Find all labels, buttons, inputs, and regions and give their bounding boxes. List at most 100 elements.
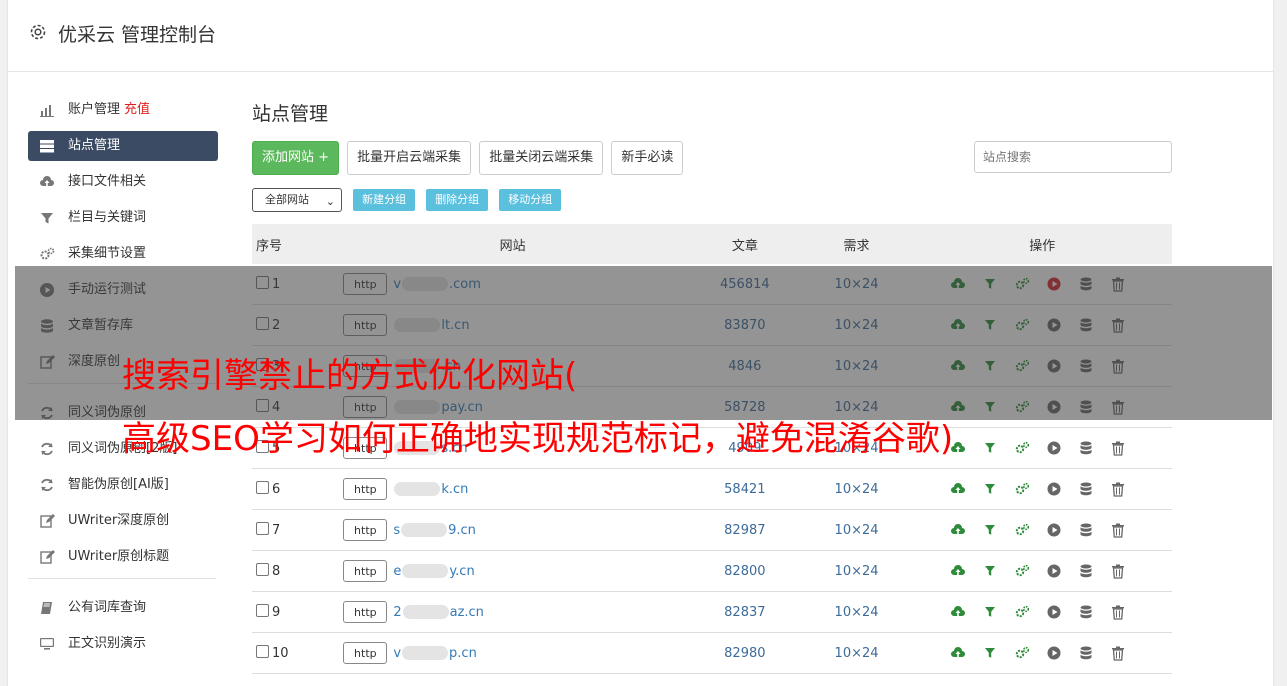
filter-icon[interactable] — [982, 645, 998, 661]
filter-icon[interactable] — [982, 440, 998, 456]
row-number-cell: 6 — [252, 468, 337, 510]
sidebar-item-items3-1[interactable]: 正文识别演示 — [28, 629, 218, 659]
filter-icon[interactable] — [982, 522, 998, 538]
cloud-upload-icon[interactable] — [950, 481, 966, 497]
delete-group-button[interactable]: 删除分组 — [426, 189, 489, 211]
sidebar-item-items2-3[interactable]: UWriter深度原创 — [28, 506, 218, 536]
gears-icon[interactable] — [1014, 563, 1030, 579]
play-circle-icon[interactable] — [1046, 440, 1062, 456]
article-count[interactable]: 82980 — [688, 632, 801, 674]
trash-icon[interactable] — [1110, 481, 1126, 497]
gear-icon — [30, 24, 46, 40]
play-circle-icon[interactable] — [1046, 604, 1062, 620]
sidebar-item-items2-4[interactable]: UWriter原创标题 — [28, 542, 218, 572]
article-count[interactable]: 58421 — [688, 468, 801, 510]
chevron-down-icon: ⌄ — [325, 195, 335, 208]
move-group-button[interactable]: 移动分组 — [499, 189, 562, 211]
site-domain-link[interactable]: s 9.cn — [393, 523, 476, 538]
site-cell: http k.cn — [336, 468, 689, 510]
gears-icon[interactable] — [1014, 481, 1030, 497]
row-checkbox[interactable] — [256, 481, 269, 494]
sidebar-item-items-0[interactable]: 账户管理 充值 — [28, 95, 218, 125]
sidebar-item-items3-0[interactable]: 公有词库查询 — [28, 593, 218, 623]
trash-icon[interactable] — [1110, 645, 1126, 661]
protocol-badge: http — [343, 601, 388, 623]
site-domain-link[interactable]: k.cn — [393, 482, 468, 497]
database-icon[interactable] — [1078, 604, 1094, 620]
row-checkbox[interactable] — [256, 645, 269, 658]
site-group-select-value: 全部网站 — [265, 193, 309, 206]
trash-icon[interactable] — [1110, 522, 1126, 538]
new-group-button[interactable]: 新建分组 — [353, 189, 416, 211]
sidebar-item-items-1[interactable]: 站点管理 — [28, 131, 218, 161]
gears-icon[interactable] — [1014, 604, 1030, 620]
gears-icon[interactable] — [1014, 645, 1030, 661]
row-checkbox[interactable] — [256, 563, 269, 576]
domain-suffix: 9.cn — [448, 522, 476, 538]
gears-icon — [40, 247, 55, 260]
article-count[interactable]: 82800 — [688, 550, 801, 592]
site-cell: http e y.cn — [336, 550, 689, 592]
play-circle-icon[interactable] — [1046, 645, 1062, 661]
row-checkbox[interactable] — [256, 604, 269, 617]
filter-icon[interactable] — [982, 563, 998, 579]
demand-value[interactable]: 10×24 — [800, 509, 913, 551]
demand-value[interactable]: 10×24 — [800, 632, 913, 674]
filter-icon[interactable] — [982, 604, 998, 620]
site-domain-link[interactable]: v p.cn — [393, 646, 476, 661]
demand-value[interactable]: 10×24 — [800, 591, 913, 633]
database-icon[interactable] — [1078, 563, 1094, 579]
article-count[interactable]: 82987 — [688, 509, 801, 551]
database-icon[interactable] — [1078, 522, 1094, 538]
site-cell: http s 9.cn — [336, 509, 689, 551]
sidebar-item-items-2[interactable]: 接口文件相关 — [28, 167, 218, 197]
database-icon[interactable] — [1078, 481, 1094, 497]
operations-cell — [912, 591, 1172, 633]
site-domain-link[interactable]: 2 az.cn — [393, 605, 484, 620]
book-icon — [41, 602, 52, 614]
domain-suffix: y.cn — [449, 563, 475, 579]
gears-icon[interactable] — [1014, 440, 1030, 456]
toolbar: 添加网站 + 批量开启云端采集 批量关闭云端采集 新手必读 — [252, 141, 1172, 175]
trash-icon[interactable] — [1110, 440, 1126, 456]
add-site-button[interactable]: 添加网站 + — [252, 141, 340, 175]
cloud-upload-icon[interactable] — [950, 563, 966, 579]
domain-mask — [401, 523, 448, 537]
sidebar-item-items-4[interactable]: 采集细节设置 — [28, 239, 218, 269]
domain-prefix: e — [393, 563, 402, 579]
play-circle-icon[interactable] — [1046, 563, 1062, 579]
site-group-select[interactable]: 全部网站 ⌄ — [252, 188, 342, 212]
batch-disable-cloud-button[interactable]: 批量关闭云端采集 — [479, 141, 604, 175]
filter-icon[interactable] — [982, 481, 998, 497]
site-domain-link[interactable]: e y.cn — [393, 564, 474, 579]
database-icon[interactable] — [1078, 440, 1094, 456]
cloud-upload-icon — [40, 176, 54, 186]
monitor-icon — [40, 638, 54, 650]
row-checkbox[interactable] — [256, 522, 269, 535]
cloud-upload-icon[interactable] — [950, 604, 966, 620]
domain-prefix: v — [393, 645, 402, 661]
edit-icon — [40, 550, 55, 564]
database-icon[interactable] — [1078, 645, 1094, 661]
demand-value[interactable]: 10×24 — [800, 550, 913, 592]
cloud-upload-icon[interactable] — [950, 645, 966, 661]
trash-icon[interactable] — [1110, 604, 1126, 620]
batch-enable-cloud-button[interactable]: 批量开启云端采集 — [347, 141, 472, 175]
play-circle-icon[interactable] — [1046, 522, 1062, 538]
play-circle-icon[interactable] — [1046, 481, 1062, 497]
sidebar-item-items-3[interactable]: 栏目与关键词 — [28, 203, 218, 233]
server-icon — [40, 140, 54, 153]
gears-icon[interactable] — [1014, 522, 1030, 538]
trash-icon[interactable] — [1110, 563, 1126, 579]
beginner-guide-button[interactable]: 新手必读 — [611, 141, 684, 175]
recharge-link[interactable]: 充值 — [124, 102, 150, 117]
domain-prefix: 2 — [393, 604, 402, 620]
operations-cell — [912, 509, 1172, 551]
edit-icon — [40, 514, 55, 528]
sidebar-item-label: UWriter原创标题 — [68, 549, 170, 564]
sidebar-item-items2-2[interactable]: 智能伪原创[AI版] — [28, 470, 218, 500]
cloud-upload-icon[interactable] — [950, 522, 966, 538]
article-count[interactable]: 82837 — [688, 591, 801, 633]
demand-value[interactable]: 10×24 — [800, 468, 913, 510]
site-search-input[interactable] — [974, 141, 1172, 173]
